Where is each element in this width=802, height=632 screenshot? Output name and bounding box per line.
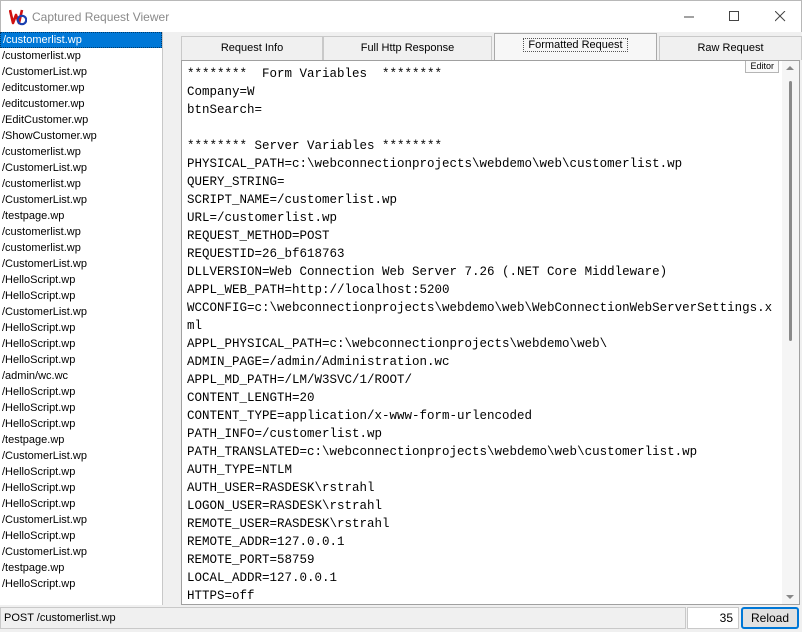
request-list-item[interactable]: /customerlist.wp bbox=[0, 176, 162, 192]
request-list-item[interactable]: /HelloScript.wp bbox=[0, 528, 162, 544]
tab-bar: Request Info Full Http Response Formatte… bbox=[181, 32, 802, 60]
minimize-button[interactable] bbox=[666, 1, 712, 32]
tab-formatted-request-label: Formatted Request bbox=[523, 38, 628, 52]
formatted-request-text[interactable]: ******** Form Variables ******** Company… bbox=[187, 65, 777, 604]
request-list-item[interactable]: /HelloScript.wp bbox=[0, 576, 162, 592]
request-list-item[interactable]: /editcustomer.wp bbox=[0, 80, 162, 96]
request-list-item[interactable]: /HelloScript.wp bbox=[0, 496, 162, 512]
request-list-item[interactable]: /editcustomer.wp bbox=[0, 96, 162, 112]
request-list-item[interactable]: /customerlist.wp bbox=[0, 48, 162, 64]
request-list-item[interactable]: /admin/wc.wc bbox=[0, 368, 162, 384]
status-bar: POST /customerlist.wp 35 Reload bbox=[0, 605, 802, 632]
request-list-item[interactable]: /customerlist.wp bbox=[0, 224, 162, 240]
request-list-item[interactable]: /CustomerList.wp bbox=[0, 192, 162, 208]
vertical-scrollbar[interactable] bbox=[782, 61, 799, 604]
request-list-item[interactable]: /testpage.wp bbox=[0, 560, 162, 576]
request-list-item[interactable]: /HelloScript.wp bbox=[0, 384, 162, 400]
request-list-item[interactable]: /HelloScript.wp bbox=[0, 320, 162, 336]
maximize-button[interactable] bbox=[711, 1, 757, 32]
request-list-item[interactable]: /ShowCustomer.wp bbox=[0, 128, 162, 144]
close-button[interactable] bbox=[757, 1, 802, 32]
request-list-item[interactable]: /HelloScript.wp bbox=[0, 480, 162, 496]
request-list-item[interactable]: /CustomerList.wp bbox=[0, 448, 162, 464]
request-list-item[interactable]: /customerlist.wp bbox=[0, 32, 162, 48]
request-list-item[interactable]: /CustomerList.wp bbox=[0, 160, 162, 176]
app-icon bbox=[9, 9, 27, 26]
tab-request-info[interactable]: Request Info bbox=[181, 36, 323, 60]
minimize-icon bbox=[683, 16, 694, 18]
request-list-item[interactable]: /CustomerList.wp bbox=[0, 64, 162, 80]
title-bar: Captured Request Viewer bbox=[0, 0, 802, 32]
request-list-item[interactable]: /HelloScript.wp bbox=[0, 288, 162, 304]
request-list-item[interactable]: /HelloScript.wp bbox=[0, 400, 162, 416]
window-title: Captured Request Viewer bbox=[32, 10, 170, 24]
request-list-item[interactable]: /HelloScript.wp bbox=[0, 336, 162, 352]
request-list-item[interactable]: /customerlist.wp bbox=[0, 144, 162, 160]
splitter[interactable] bbox=[163, 32, 181, 605]
request-list[interactable]: /customerlist.wp/customerlist.wp/Custome… bbox=[0, 32, 163, 605]
request-list-item[interactable]: /HelloScript.wp bbox=[0, 416, 162, 432]
scroll-up-icon[interactable] bbox=[786, 66, 794, 70]
request-list-item[interactable]: /CustomerList.wp bbox=[0, 544, 162, 560]
maximize-icon bbox=[728, 11, 739, 21]
tab-raw-request-label: Raw Request bbox=[697, 42, 764, 54]
request-list-item[interactable]: /testpage.wp bbox=[0, 432, 162, 448]
request-count: 35 bbox=[687, 607, 739, 629]
request-list-item[interactable]: /HelloScript.wp bbox=[0, 352, 162, 368]
close-icon bbox=[774, 11, 785, 22]
editor-button[interactable]: Editor bbox=[745, 61, 779, 73]
request-list-item[interactable]: /CustomerList.wp bbox=[0, 304, 162, 320]
request-list-item[interactable]: /customerlist.wp bbox=[0, 240, 162, 256]
tab-full-http-response[interactable]: Full Http Response bbox=[323, 36, 492, 60]
reload-button[interactable]: Reload bbox=[741, 607, 799, 629]
request-list-item[interactable]: /CustomerList.wp bbox=[0, 256, 162, 272]
status-text: POST /customerlist.wp bbox=[0, 607, 686, 629]
request-list-item[interactable]: /CustomerList.wp bbox=[0, 512, 162, 528]
request-list-item[interactable]: /HelloScript.wp bbox=[0, 272, 162, 288]
tab-full-http-response-label: Full Http Response bbox=[360, 42, 455, 54]
tab-raw-request[interactable]: Raw Request bbox=[659, 36, 802, 60]
request-list-item[interactable]: /testpage.wp bbox=[0, 208, 162, 224]
tab-request-info-label: Request Info bbox=[220, 42, 284, 54]
request-list-item[interactable]: /HelloScript.wp bbox=[0, 464, 162, 480]
scroll-thumb[interactable] bbox=[789, 81, 792, 341]
tab-formatted-request[interactable]: Formatted Request bbox=[494, 33, 657, 60]
scroll-down-icon[interactable] bbox=[786, 595, 794, 599]
formatted-request-panel[interactable]: ******** Form Variables ******** Company… bbox=[181, 60, 800, 605]
request-list-item[interactable]: /EditCustomer.wp bbox=[0, 112, 162, 128]
